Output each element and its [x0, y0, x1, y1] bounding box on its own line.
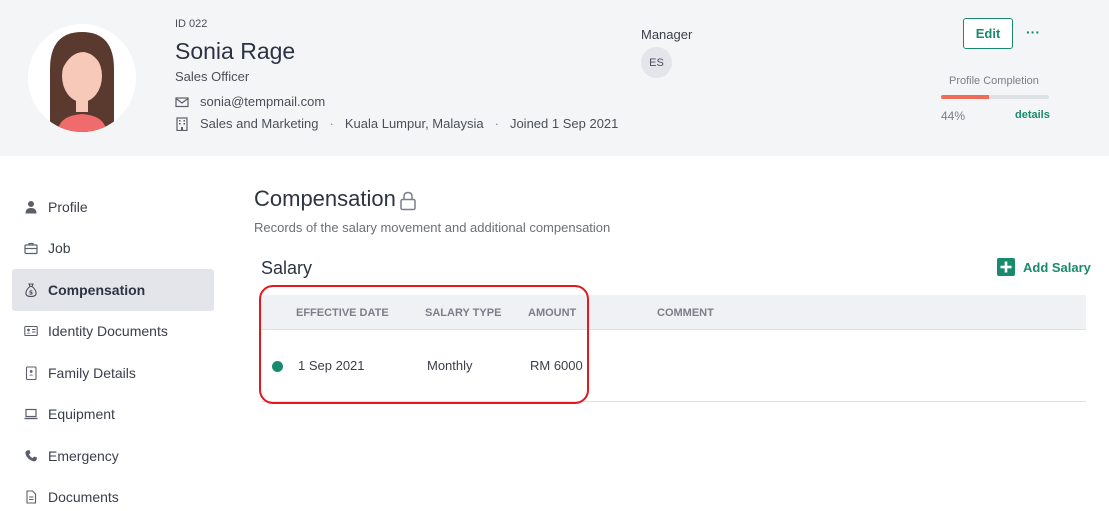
- column-header-comment[interactable]: COMMENT: [657, 307, 714, 319]
- laptop-icon: [24, 407, 38, 421]
- employee-title: Sales Officer: [175, 69, 250, 84]
- sidebar-item-label: Documents: [48, 489, 119, 506]
- sidebar-item-label: Equipment: [48, 406, 115, 423]
- svg-text:$: $: [29, 289, 33, 296]
- sidebar-item-compensation[interactable]: $ Compensation: [12, 269, 214, 311]
- cell-effective-date: 1 Sep 2021: [298, 358, 365, 373]
- column-header-effective-date[interactable]: EFFECTIVE DATE: [296, 307, 389, 319]
- more-options-button[interactable]: ···: [1022, 22, 1044, 42]
- employee-joined: Joined 1 Sep 2021: [509, 116, 619, 131]
- employee-meta-row: Sales and Marketing · Kuala Lumpur, Mala…: [175, 116, 618, 131]
- family-book-icon: [24, 366, 38, 380]
- manager-label: Manager: [641, 27, 693, 42]
- add-salary-label: Add Salary: [1023, 259, 1091, 275]
- sidebar-item-emergency[interactable]: Emergency: [12, 435, 214, 477]
- column-header-amount[interactable]: AMOUNT: [528, 307, 576, 319]
- edit-button[interactable]: Edit: [963, 18, 1013, 49]
- money-bag-icon: $: [24, 283, 38, 297]
- sidebar-item-label: Identity Documents: [48, 323, 168, 340]
- separator-dot: ·: [494, 116, 499, 131]
- employee-department: Sales and Marketing: [200, 116, 319, 131]
- sidebar-nav: Profile Job $ Compensation Identity Docu…: [12, 186, 214, 511]
- sidebar-item-identity-documents[interactable]: Identity Documents: [12, 311, 214, 353]
- sidebar-item-label: Profile: [48, 198, 88, 215]
- avatar-illustration: [28, 24, 136, 132]
- document-icon: [24, 490, 38, 504]
- profile-completion-bar: [941, 95, 1049, 99]
- column-header-salary-type[interactable]: SALARY TYPE: [425, 307, 501, 319]
- sidebar-item-profile[interactable]: Profile: [12, 186, 214, 228]
- briefcase-icon: [24, 241, 38, 255]
- employee-email[interactable]: sonia@tempmail.com: [200, 94, 325, 109]
- cell-amount: RM 6000: [530, 358, 583, 373]
- table-row[interactable]: 1 Sep 2021 Monthly RM 6000: [261, 330, 1086, 402]
- separator-dot: ·: [329, 116, 334, 131]
- salary-section-title: Salary: [261, 258, 313, 278]
- sidebar-item-family-details[interactable]: Family Details: [12, 352, 214, 394]
- salary-table-header: EFFECTIVE DATE SALARY TYPE AMOUNT COMMEN…: [261, 295, 1086, 330]
- phone-icon: [24, 449, 38, 463]
- plus-square-icon: [997, 258, 1015, 276]
- sidebar-item-label: Compensation: [48, 281, 146, 298]
- sidebar-item-job[interactable]: Job: [12, 228, 214, 270]
- sidebar-item-equipment[interactable]: Equipment: [12, 394, 214, 436]
- employee-email-row: sonia@tempmail.com: [175, 94, 325, 109]
- sidebar-item-label: Emergency: [48, 447, 119, 464]
- cell-salary-type: Monthly: [427, 358, 473, 373]
- sidebar-item-label: Job: [48, 240, 71, 257]
- envelope-icon: [175, 95, 189, 109]
- profile-completion-fill: [941, 95, 989, 99]
- profile-header: ID 022 Sonia Rage Sales Officer sonia@te…: [0, 0, 1109, 156]
- building-icon: [175, 116, 189, 131]
- avatar: [28, 24, 136, 132]
- employee-name: Sonia Rage: [175, 38, 296, 64]
- sidebar-item-documents[interactable]: Documents: [12, 477, 214, 511]
- user-icon: [24, 200, 38, 214]
- lock-icon: [399, 191, 417, 211]
- manager-avatar[interactable]: ES: [641, 47, 672, 78]
- compensation-heading: Compensation: [254, 186, 417, 212]
- sidebar-item-label: Family Details: [48, 364, 136, 381]
- id-card-icon: [24, 324, 38, 338]
- add-salary-button[interactable]: Add Salary: [997, 258, 1091, 276]
- employee-location: Kuala Lumpur, Malaysia: [344, 116, 484, 131]
- compensation-description: Records of the salary movement and addit…: [254, 220, 611, 235]
- profile-completion-details-link[interactable]: details: [1015, 109, 1050, 121]
- profile-completion-percent: 44%: [941, 109, 966, 123]
- status-dot: [272, 361, 283, 372]
- profile-completion-label: Profile Completion: [949, 75, 1039, 87]
- employee-id: ID 022: [175, 18, 208, 30]
- page-title: Compensation: [254, 186, 396, 211]
